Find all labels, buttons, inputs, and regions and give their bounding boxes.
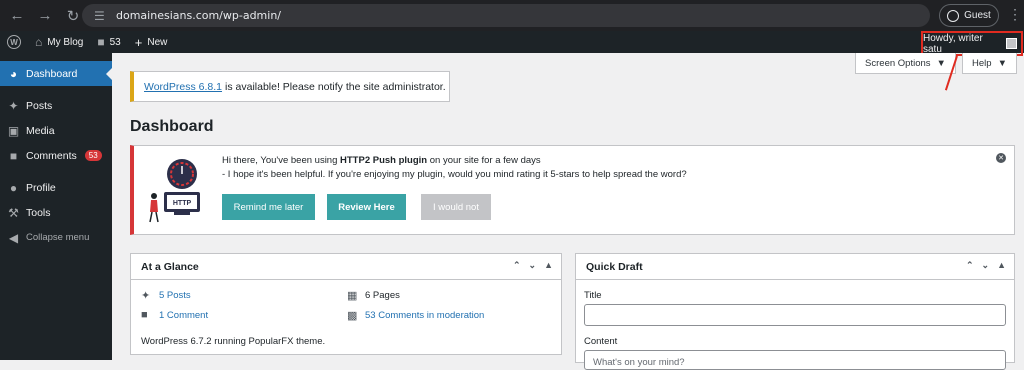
comment-icon: ■ xyxy=(9,148,18,163)
widget-controls: ⌃ ⌄ ▲ xyxy=(513,260,553,271)
toggle-icon[interactable]: ▲ xyxy=(997,260,1006,271)
comments-link[interactable]: 1 Comment xyxy=(159,310,208,321)
collapse-icon: ◀ xyxy=(8,230,19,245)
forward-icon[interactable]: → xyxy=(34,5,56,27)
move-up-icon[interactable]: ⌃ xyxy=(513,260,521,271)
site-name-link[interactable]: ⌂ My Blog xyxy=(28,31,90,53)
title-label: Title xyxy=(584,290,602,301)
help-label: Help xyxy=(972,57,992,69)
toggle-icon[interactable]: ▲ xyxy=(544,260,553,271)
home-icon: ⌂ xyxy=(35,35,43,49)
widget-controls: ⌃ ⌄ ▲ xyxy=(966,260,1006,271)
notice-message: Hi there, You've been using HTTP2 Push p… xyxy=(222,154,687,182)
profile-button[interactable]: Guest xyxy=(939,4,999,27)
comments-icon: ▩ xyxy=(347,310,358,322)
wrench-icon: ⚒ xyxy=(8,205,19,220)
caret-down-icon: ▼ xyxy=(997,57,1007,69)
comment-bubble-icon: ■ xyxy=(97,35,105,49)
notice-line-1: Hi there, You've been using HTTP2 Push p… xyxy=(222,155,541,166)
pin-icon: ✦ xyxy=(8,98,19,113)
gauge-icon: ◕ xyxy=(9,66,18,81)
would-not-button[interactable]: I would not xyxy=(421,194,491,220)
collapse-menu-button[interactable]: ◀ Collapse menu xyxy=(0,225,112,250)
plugin-review-notice: HTTP Hi there, You've been using HTTP2 P… xyxy=(130,145,1015,235)
update-notice: WordPress 6.8.1 is available! Please not… xyxy=(130,71,450,102)
sidebar-item-tools[interactable]: ⚒ Tools xyxy=(0,200,112,225)
notice-line-2: - I hope it's been helpful. If you're en… xyxy=(222,169,687,180)
move-down-icon[interactable]: ⌄ xyxy=(529,260,537,271)
move-down-icon[interactable]: ⌄ xyxy=(982,260,990,271)
glance-posts[interactable]: ✦ 5 Posts xyxy=(141,289,191,302)
http-label: HTTP xyxy=(173,200,192,207)
sidebar-item-profile[interactable]: ● Profile xyxy=(0,175,112,200)
sidebar-item-label: Media xyxy=(26,124,55,137)
widget-header: Quick Draft ⌃ ⌄ ▲ xyxy=(576,254,1014,280)
sidebar-item-posts[interactable]: ✦ Posts xyxy=(0,93,112,118)
pages-icon: ▦ xyxy=(347,290,358,302)
wp-admin-bar: W ⌂ My Blog ■ 53 + New xyxy=(0,31,1024,53)
update-link[interactable]: WordPress 6.8.1 xyxy=(144,81,222,93)
howdy-text: Howdy, writer satu xyxy=(923,32,983,55)
avatar xyxy=(1006,38,1017,49)
title-input[interactable] xyxy=(584,304,1006,326)
widget-header: At a Glance ⌃ ⌄ ▲ xyxy=(131,254,561,280)
wordpress-logo-icon: W xyxy=(7,35,21,49)
plus-icon: + xyxy=(134,34,143,50)
http-illustration: HTTP xyxy=(149,159,200,223)
site-info-icon[interactable]: ☰ xyxy=(94,9,108,23)
sidebar-item-label: Dashboard xyxy=(26,67,78,80)
widget-title: At a Glance xyxy=(141,260,199,273)
browser-menu-icon[interactable]: ⋮ xyxy=(1008,6,1022,23)
widget-title: Quick Draft xyxy=(586,260,643,273)
glance-pages: ▦ 6 Pages xyxy=(347,289,400,302)
screen-options-label: Screen Options xyxy=(865,57,931,69)
help-tab[interactable]: Help ▼ xyxy=(962,53,1017,74)
content-label: Content xyxy=(584,336,618,347)
posts-link[interactable]: 5 Posts xyxy=(159,290,191,301)
wp-logo-button[interactable]: W xyxy=(0,31,28,53)
moderation-link[interactable]: 53 Comments in moderation xyxy=(365,310,484,321)
sidebar-item-comments[interactable]: ■ Comments 53 xyxy=(0,143,112,168)
glance-comments[interactable]: ■ 1 Comment xyxy=(141,309,208,321)
back-icon[interactable]: ← xyxy=(6,5,28,27)
sidebar-item-label: Collapse menu xyxy=(26,232,90,243)
quick-draft-widget: Quick Draft ⌃ ⌄ ▲ Title Content What's o… xyxy=(575,253,1015,370)
address-bar[interactable]: ☰ domainesians.com/wp-admin/ xyxy=(82,4,930,27)
pages-count: 6 Pages xyxy=(365,290,400,301)
comments-count: 53 xyxy=(109,36,121,48)
sidebar-item-media[interactable]: ▣ Media xyxy=(0,118,112,143)
browser-toolbar: ← → ↻ ☰ domainesians.com/wp-admin/ Guest… xyxy=(0,0,1024,31)
review-here-button[interactable]: Review Here xyxy=(327,194,406,220)
new-label: New xyxy=(147,36,168,48)
comments-badge: 53 xyxy=(84,150,102,161)
new-content-link[interactable]: + New xyxy=(128,31,175,53)
person-icon xyxy=(947,9,960,22)
update-text: is available! Please notify the site adm… xyxy=(225,80,446,93)
sidebar-item-dashboard[interactable]: ◕ Dashboard xyxy=(0,61,112,86)
media-icon: ▣ xyxy=(7,123,20,138)
move-up-icon[interactable]: ⌃ xyxy=(966,260,974,271)
profile-label: Guest xyxy=(964,10,991,21)
sidebar-item-label: Tools xyxy=(26,206,51,219)
caret-down-icon: ▼ xyxy=(936,57,946,69)
sidebar-item-label: Profile xyxy=(26,181,56,194)
screen-options-tab[interactable]: Screen Options ▼ xyxy=(855,53,956,74)
sidebar-item-label: Comments xyxy=(26,149,77,162)
at-a-glance-widget: At a Glance ⌃ ⌄ ▲ ✦ 5 Posts ▦ 6 Pages ■ … xyxy=(130,253,562,355)
content-textarea[interactable]: What's on your mind? xyxy=(584,350,1006,370)
glance-moderation[interactable]: ▩ 53 Comments in moderation xyxy=(347,309,484,322)
remind-later-button[interactable]: Remind me later xyxy=(222,194,315,220)
reload-icon[interactable]: ↻ xyxy=(62,5,84,27)
comments-link[interactable]: ■ 53 xyxy=(90,31,127,53)
pin-icon: ✦ xyxy=(141,290,151,302)
sidebar-item-label: Posts xyxy=(26,99,53,112)
dismiss-icon[interactable]: ✕ xyxy=(996,153,1006,163)
page-title: Dashboard xyxy=(130,118,214,135)
comment-icon: ■ xyxy=(141,309,148,321)
site-name: My Blog xyxy=(47,36,84,48)
user-icon: ● xyxy=(9,180,18,195)
url-text: domainesians.com/wp-admin/ xyxy=(116,9,282,22)
admin-sidebar: ◕ Dashboard ✦ Posts ▣ Media ■ Comments 5… xyxy=(0,53,112,360)
glance-footer: WordPress 6.7.2 running PopularFX theme. xyxy=(141,336,326,347)
